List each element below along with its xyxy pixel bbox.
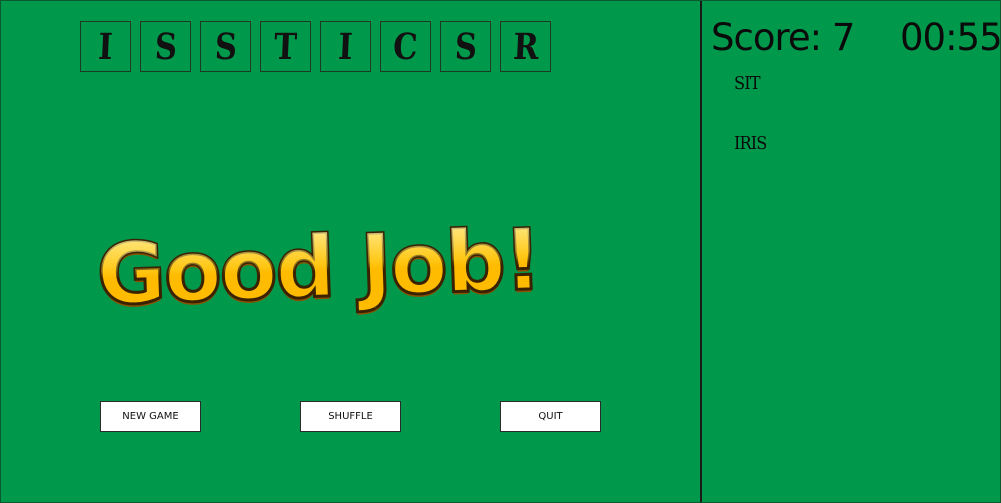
good-job-message: Good Job! [94,209,543,325]
letter-tile[interactable]: I [320,21,371,72]
play-area: I S S T I C S R Good Job! Good Job! NEW … [1,1,700,502]
score-value: 7 [831,16,856,59]
score-panel: Score: 7 00:55 SIT IRIS [702,1,1001,502]
score-label: Score: [711,16,822,59]
quit-button[interactable]: QUIT [500,401,601,432]
letter-tile-text: R [511,25,540,68]
letter-tile-text: C [392,25,419,68]
letter-tile[interactable]: S [440,21,491,72]
letter-tile[interactable]: C [380,21,431,72]
found-word: IRIS [734,133,767,154]
letter-tiles: I S S T I C S R [80,21,551,72]
letter-tile-text: S [153,25,178,68]
game-window: I S S T I C S R Good Job! Good Job! NEW … [0,0,1001,503]
timer: 00:55 [900,16,1001,59]
letter-tile[interactable]: T [260,21,311,72]
letter-tile-text: S [453,25,478,68]
letter-tile[interactable]: S [200,21,251,72]
letter-tile[interactable]: R [500,21,551,72]
letter-tile[interactable]: S [140,21,191,72]
letter-tile-text: I [97,25,114,68]
letter-tile-text: I [337,25,354,68]
new-game-button[interactable]: NEW GAME [100,401,201,432]
letter-tile-text: T [273,25,298,68]
letter-tile[interactable]: I [80,21,131,72]
found-word: SIT [734,73,761,94]
letter-tile-text: S [213,25,238,68]
score-display: Score: 7 00:55 [711,19,1001,56]
shuffle-button[interactable]: SHUFFLE [300,401,401,432]
